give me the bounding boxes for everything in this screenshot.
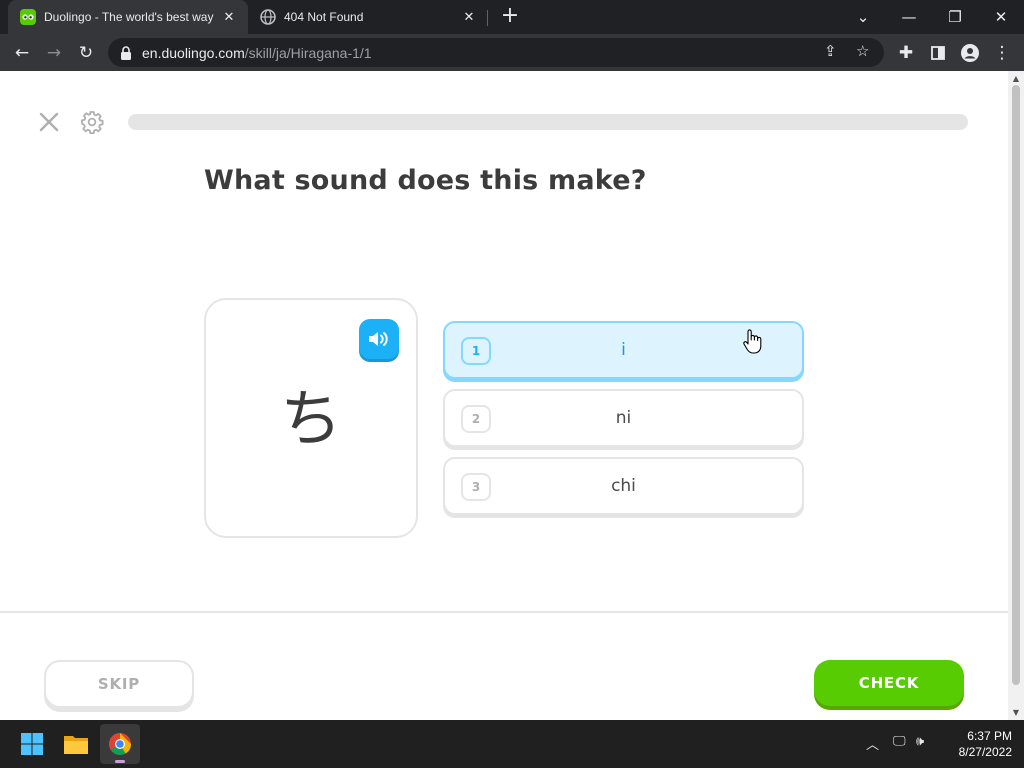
window-close-icon[interactable]: ✕: [978, 0, 1024, 34]
chrome-taskbar-button[interactable]: [100, 724, 140, 764]
scrollbar-thumb[interactable]: [1012, 85, 1020, 685]
side-panel-icon[interactable]: [924, 39, 952, 67]
show-hidden-icons-chevron-up-icon[interactable]: ︿: [866, 734, 879, 753]
chrome-icon: [109, 733, 131, 755]
play-audio-button[interactable]: [359, 319, 399, 359]
tab-title: 404 Not Found: [284, 10, 364, 24]
answer-option-3[interactable]: chi 3: [443, 457, 804, 515]
url-host: en.duolingo.com: [142, 44, 245, 61]
lesson-progress-bar: [128, 114, 968, 130]
browser-tab-bar: Duolingo - The world's best way ✕ 404 No…: [0, 0, 1024, 34]
folder-icon: [64, 736, 88, 754]
option-label: chi: [611, 476, 636, 496]
scroll-down-arrow-icon[interactable]: ▼: [1012, 708, 1020, 717]
tab-404[interactable]: 404 Not Found ✕: [250, 0, 488, 34]
minimize-icon[interactable]: —: [886, 0, 932, 34]
option-number: 1: [461, 337, 491, 365]
hand-pointer-cursor-icon: [743, 329, 762, 354]
new-tab-icon[interactable]: +: [498, 5, 522, 29]
windows-taskbar: ︿ 🖵 🕪 6:37 PM 8/27/2022: [0, 720, 1024, 768]
character-card: ち: [204, 298, 418, 538]
close-icon[interactable]: [38, 111, 60, 133]
page-scrollbar[interactable]: ▲ ▼: [1008, 71, 1024, 720]
extensions-icon[interactable]: ✚: [892, 39, 920, 67]
active-app-indicator: [115, 760, 125, 763]
tab-search-icon[interactable]: ⌄: [840, 0, 886, 34]
lock-icon: [121, 45, 131, 60]
clock-date: 8/27/2022: [958, 745, 1012, 759]
volume-icon[interactable]: 🕪: [916, 734, 924, 749]
file-explorer-button[interactable]: [56, 724, 96, 764]
browser-toolbar: ← → ↻ en.duolingo.com/skill/ja/Hiragana-…: [0, 34, 1024, 71]
back-icon[interactable]: ←: [8, 39, 36, 67]
windows-logo-icon: [21, 733, 43, 755]
reload-icon[interactable]: ↻: [72, 39, 100, 67]
restore-icon[interactable]: ❐: [932, 0, 978, 34]
tab-duolingo[interactable]: Duolingo - The world's best way ✕: [8, 0, 248, 34]
check-button[interactable]: CHECK: [814, 660, 964, 706]
tab-title: Duolingo - The world's best way: [44, 10, 214, 24]
tab-close-icon[interactable]: ✕: [218, 9, 240, 25]
forward-icon[interactable]: →: [40, 39, 68, 67]
question-prompt: What sound does this make?: [204, 165, 647, 196]
skip-button[interactable]: SKIP: [44, 660, 194, 708]
system-clock[interactable]: 6:37 PM 8/27/2022: [940, 728, 1012, 760]
duolingo-favicon-icon: [20, 9, 36, 25]
share-icon[interactable]: ⇪: [824, 42, 837, 60]
bookmark-star-icon[interactable]: ☆: [856, 42, 869, 60]
speaker-icon: [369, 332, 388, 346]
option-number: 3: [461, 473, 491, 501]
option-number: 2: [461, 405, 491, 433]
globe-icon: [260, 9, 276, 25]
tab-separator: [487, 10, 488, 26]
gear-icon[interactable]: [80, 110, 104, 134]
start-button[interactable]: [12, 724, 52, 764]
scroll-up-arrow-icon[interactable]: ▲: [1012, 74, 1020, 83]
profile-icon[interactable]: [956, 39, 984, 67]
address-bar[interactable]: en.duolingo.com/skill/ja/Hiragana-1/1 ⇪ …: [108, 38, 884, 67]
option-label: ni: [615, 408, 632, 428]
hiragana-character: ち: [279, 382, 342, 455]
lesson-footer: SKIP CHECK: [0, 611, 1008, 720]
answer-option-2[interactable]: ni 2: [443, 389, 804, 447]
url-path: /skill/ja/Hiragana-1/1: [244, 44, 372, 61]
tab-close-icon[interactable]: ✕: [458, 9, 480, 25]
menu-kebab-icon[interactable]: ⋮: [988, 39, 1016, 67]
clock-time: 6:37 PM: [967, 729, 1012, 743]
network-icon[interactable]: 🖵: [893, 734, 906, 749]
lesson-page: What sound does this make? ち i 1 ni 2 ch…: [0, 71, 1008, 720]
